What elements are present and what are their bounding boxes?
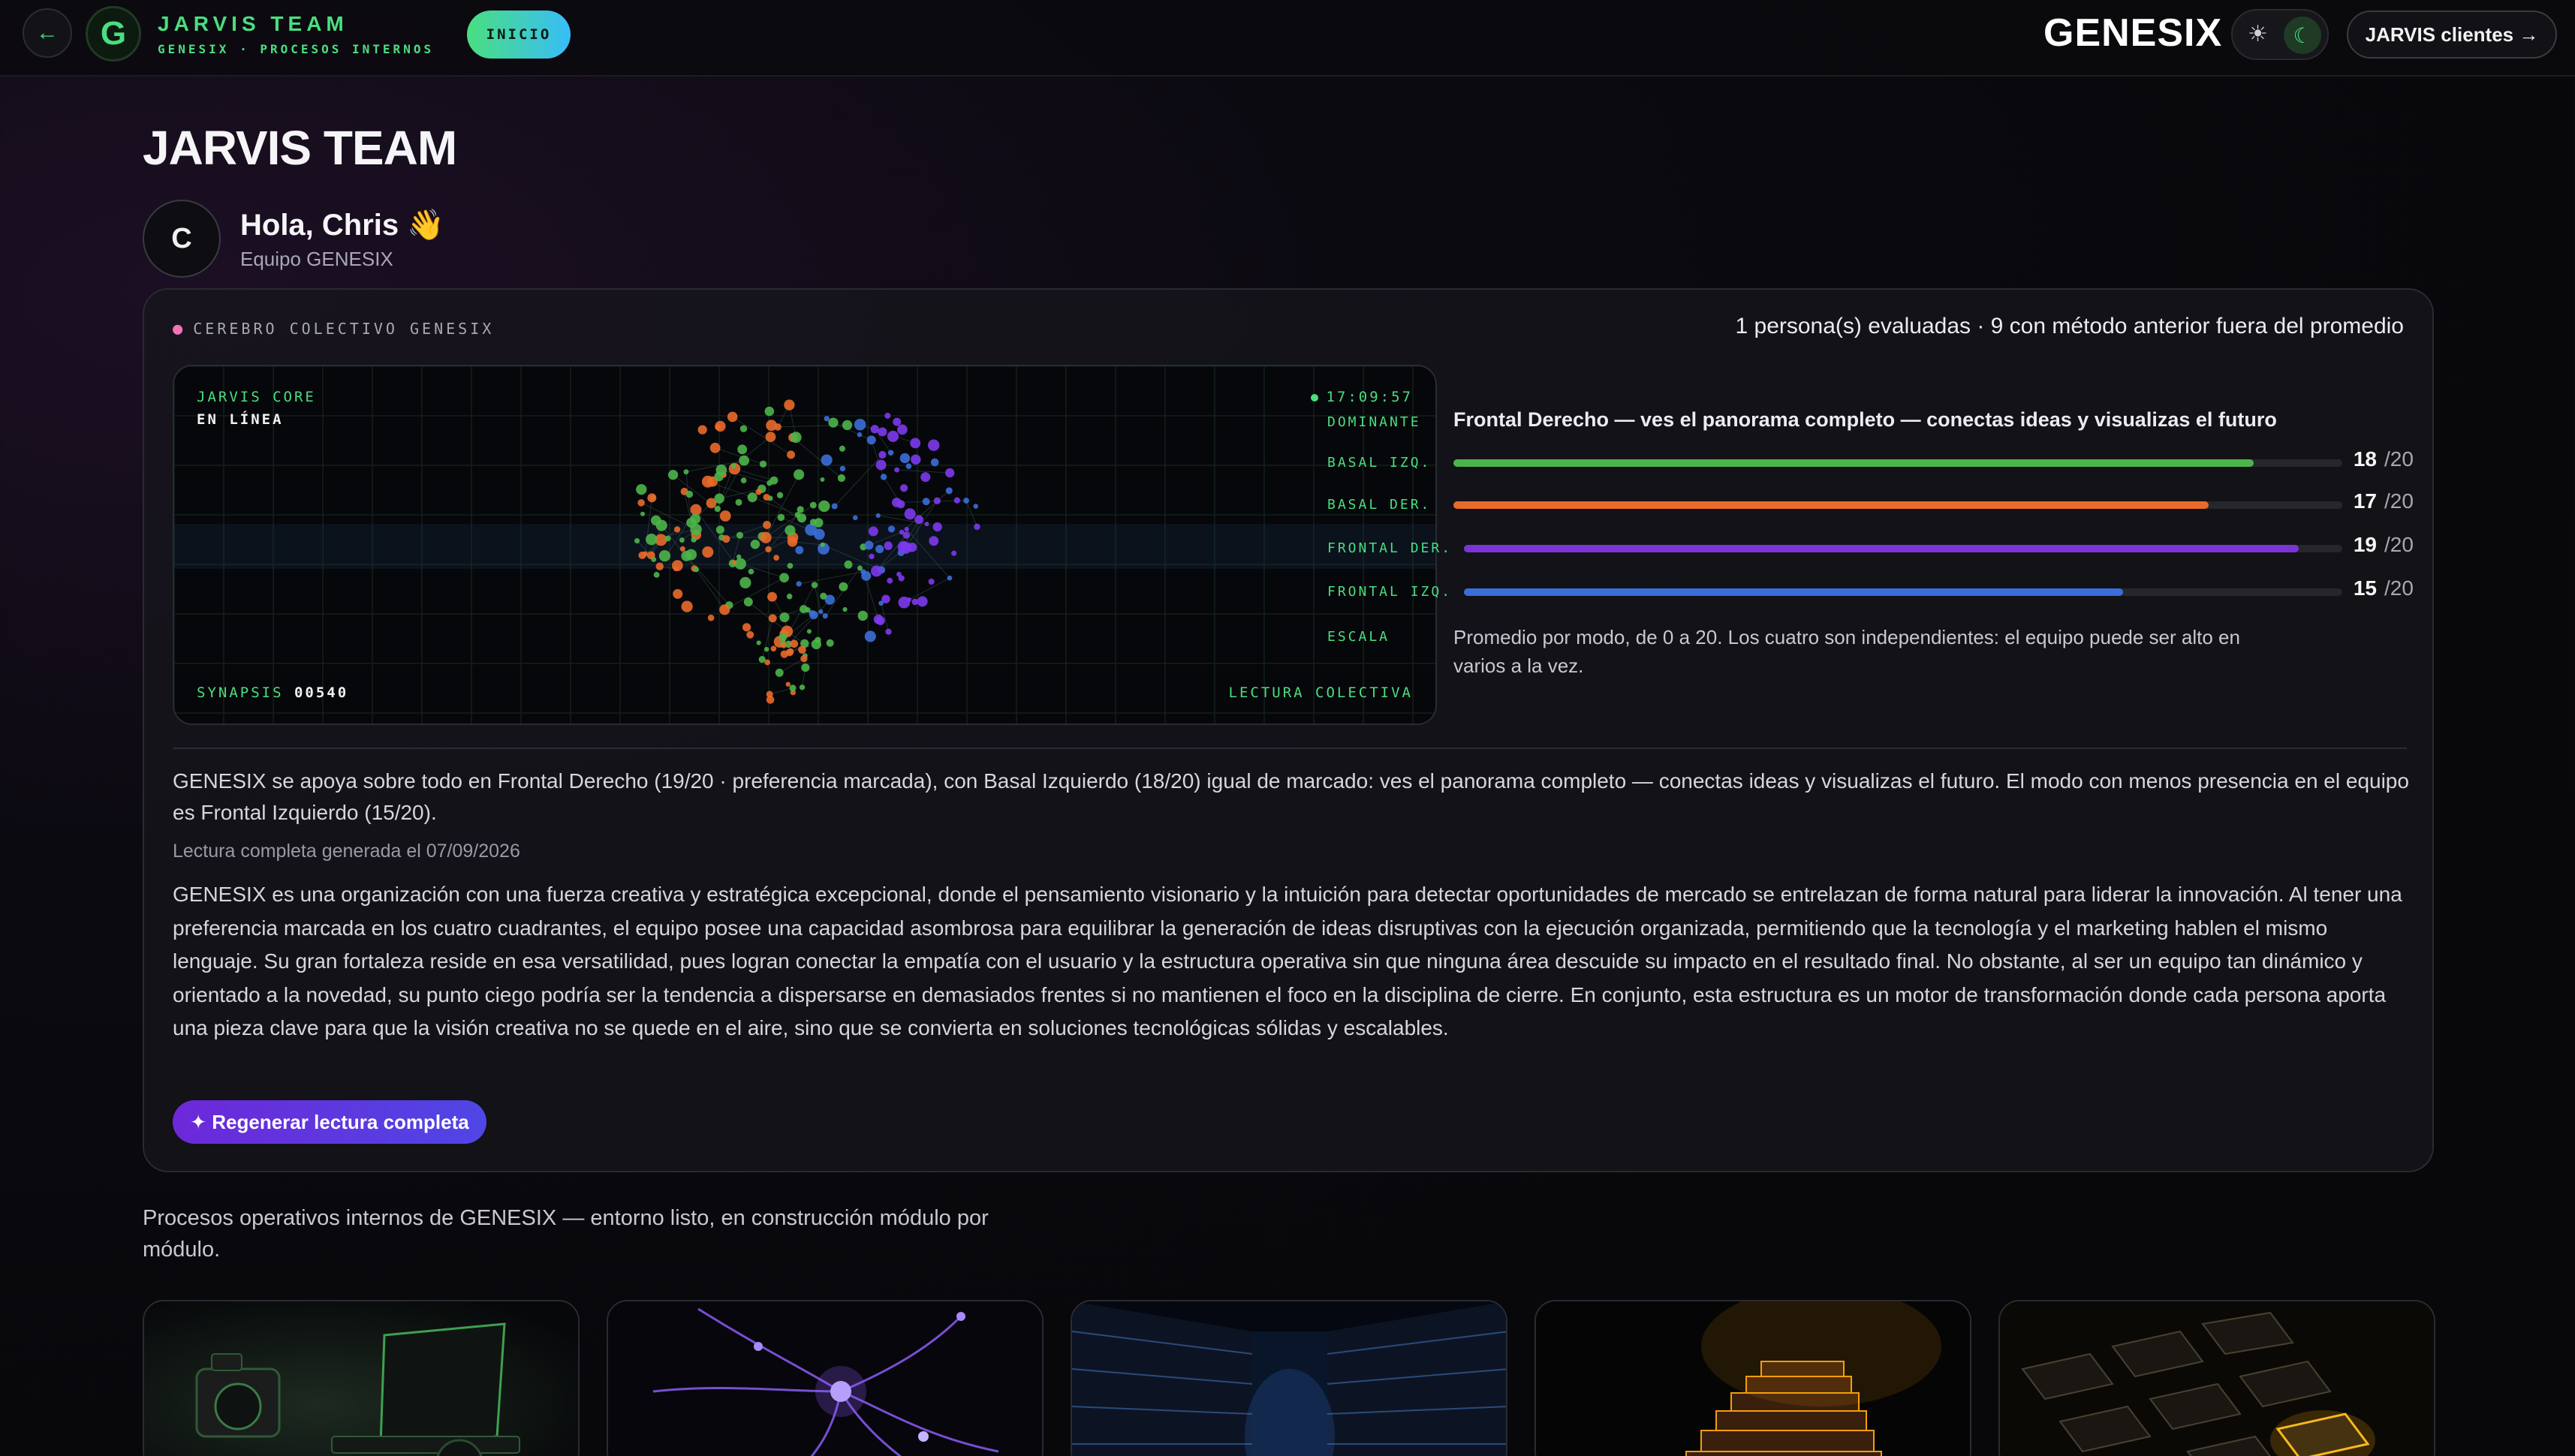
score-bar-track [1453, 459, 2342, 467]
score-bar-fill [1453, 459, 2254, 467]
score-max: /20 [2384, 533, 2414, 556]
process-tile-1[interactable] [143, 1300, 580, 1456]
collective-reading-label: LECTURA COLECTIVA [1228, 684, 1413, 701]
process-tile-4[interactable] [1534, 1300, 1971, 1456]
core-label: JARVIS CORE [197, 389, 316, 405]
neural-network-image [608, 1301, 1042, 1456]
camera-laptop-image [144, 1301, 578, 1456]
card-kicker-label: CEREBRO COLECTIVO GENESIX [193, 320, 495, 338]
collective-brain-card: ● CEREBRO COLECTIVO GENESIX 1 persona(s) … [143, 288, 2434, 1172]
score-value: 19 [2353, 533, 2377, 556]
scale-description: Promedio por modo, de 0 a 20. Los cuatro… [1453, 626, 2240, 677]
score-bar-fill [1464, 588, 2123, 596]
synapsis-counter: SYNAPSIS 00540 [197, 684, 348, 701]
dominant-label: DOMINANTE [1327, 414, 1421, 430]
logo-letter: G [100, 15, 127, 52]
score-label: FRONTAL DER. [1327, 540, 1453, 556]
score-label: BASAL DER. [1327, 497, 1432, 513]
moon-icon[interactable]: ☾ [2284, 17, 2321, 54]
summary-paragraph: GENESIX se apoya sobre todo en Frontal D… [173, 769, 2409, 824]
processes-intro: Procesos operativos internos de GENESIX … [143, 1206, 989, 1262]
brain-icon: ● [173, 320, 186, 338]
team-label: Equipo GENESIX [240, 248, 393, 270]
score-label: FRONTAL IZQ. [1327, 584, 1453, 600]
regenerate-reading-button[interactable]: ✦ Regenerar lectura completa [173, 1100, 486, 1144]
glass-grid-image [2000, 1301, 2434, 1456]
live-clock: 17:09:57 [1311, 389, 1413, 405]
process-tile-2[interactable] [607, 1300, 1044, 1456]
back-button[interactable]: ← [23, 8, 72, 58]
score-max: /20 [2384, 489, 2414, 513]
brand-subtitle: GENESIX · PROCESOS INTERNOS [158, 42, 435, 56]
score-value: 15 [2353, 576, 2377, 600]
genesix-logo: GENESIX [2043, 11, 2223, 55]
avatar[interactable]: C [143, 200, 221, 278]
score-value: 17 [2353, 489, 2377, 513]
page-title: JARVIS TEAM [143, 121, 457, 175]
score-max: /20 [2384, 447, 2414, 471]
stairs-image [1536, 1301, 1970, 1456]
score-bar-track [1464, 545, 2342, 552]
scale-label: ESCALA [1327, 629, 1390, 645]
score-bar-track [1453, 501, 2342, 509]
score-max: /20 [2384, 576, 2414, 600]
full-reading-text: GENESIX es una organización con una fuer… [173, 883, 2402, 1039]
theme-toggle[interactable]: ☀ ☾ [2231, 9, 2329, 60]
sun-icon[interactable]: ☀ [2248, 21, 2268, 47]
card-kicker: ● CEREBRO COLECTIVO GENESIX [173, 320, 494, 338]
synapsis-label: SYNAPSIS [197, 684, 284, 701]
synapsis-value: 00540 [294, 684, 349, 701]
process-tile-5[interactable] [1998, 1300, 2435, 1456]
core-status: EN LÍNEA [197, 411, 284, 428]
score-label: BASAL IZQ. [1327, 455, 1432, 471]
brain-visualization: JARVIS CORE EN LÍNEA 17:09:57 SYNAPSIS 0… [173, 365, 1437, 725]
arrow-left-icon: ← [36, 20, 59, 45]
score-bar-track [1464, 588, 2342, 596]
generated-date: Lectura completa generada el 07/09/2026 [173, 841, 520, 862]
score-bar-fill [1453, 501, 2209, 509]
inicio-button[interactable]: INICIO [467, 11, 571, 59]
evaluation-summary: 1 persona(s) evaluadas · 9 con método an… [1735, 314, 2404, 338]
score-value: 18 [2353, 447, 2377, 471]
brand-title: JARVIS TEAM [158, 12, 348, 35]
team-logo: G [86, 6, 141, 62]
jarvis-clients-button[interactable]: JARVIS clientes → [2347, 11, 2557, 59]
clock-time: 17:09:57 [1326, 389, 1413, 405]
greeting: Hola, Chris 👋 [240, 209, 445, 242]
server-room-image [1072, 1301, 1506, 1456]
live-dot-icon [1311, 393, 1319, 402]
process-tile-3[interactable] [1071, 1300, 1507, 1456]
score-bar-fill [1464, 545, 2299, 552]
divider [173, 748, 2407, 749]
top-bar: ← G JARVIS TEAM GENESIX · PROCESOS INTER… [0, 0, 2575, 77]
brain-network-graphic [174, 366, 1435, 723]
dominant-text: Frontal Derecho — ves el panorama comple… [1453, 408, 2277, 431]
